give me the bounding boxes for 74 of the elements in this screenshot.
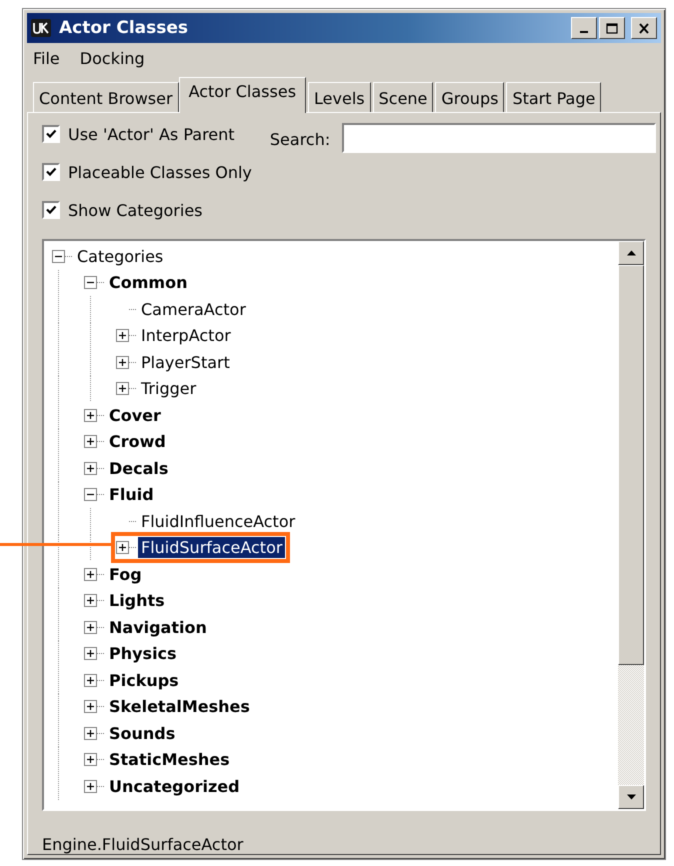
expander-icon[interactable] xyxy=(84,488,97,502)
expander-icon[interactable] xyxy=(84,620,97,634)
checkbox[interactable] xyxy=(42,163,60,181)
maximize-button[interactable] xyxy=(599,17,625,39)
tree-item[interactable]: Cover xyxy=(106,404,164,426)
tree-item[interactable]: SkeletalMeshes xyxy=(106,696,253,718)
tree-item[interactable]: Sounds xyxy=(106,722,178,744)
tree-item[interactable]: Categories xyxy=(74,246,166,267)
expander-icon[interactable] xyxy=(116,541,129,554)
check-icon xyxy=(45,166,57,178)
tree-item[interactable]: StaticMeshes xyxy=(106,749,233,770)
checkbox-label: Show Categories xyxy=(68,200,202,220)
up-arrow-icon xyxy=(626,250,636,256)
scrollbar[interactable] xyxy=(618,241,644,809)
minimize-button[interactable] xyxy=(571,17,597,39)
search-field[interactable] xyxy=(342,123,656,153)
close-button[interactable] xyxy=(631,17,657,39)
check-icon xyxy=(45,204,57,216)
tree-item[interactable]: Navigation xyxy=(106,616,210,638)
tab[interactable]: Scene xyxy=(372,82,434,112)
maximize-icon xyxy=(606,22,618,34)
expander-icon[interactable] xyxy=(84,594,97,608)
tab[interactable]: Start Page xyxy=(506,82,602,112)
tree-item[interactable]: FluidInfluenceActor xyxy=(138,510,298,532)
scroll-up-button[interactable] xyxy=(618,241,644,265)
scroll-down-button[interactable] xyxy=(618,785,644,809)
expander-icon[interactable] xyxy=(116,382,129,396)
checkbox[interactable] xyxy=(42,201,60,219)
tree-item[interactable]: Crowd xyxy=(106,431,169,452)
expander-icon[interactable] xyxy=(116,329,129,342)
tree-item[interactable]: CameraActor xyxy=(138,298,249,320)
checkbox-label: Use 'Actor' As Parent xyxy=(68,124,235,144)
tab[interactable]: Groups xyxy=(435,82,504,112)
tree-item[interactable]: PlayerStart xyxy=(138,352,233,373)
window-title: Actor Classes xyxy=(59,18,190,38)
checkbox[interactable] xyxy=(42,125,60,143)
close-icon xyxy=(638,22,650,34)
expander-icon[interactable] xyxy=(52,250,65,263)
tab[interactable]: Content Browser xyxy=(33,82,179,112)
tree-item[interactable]: Uncategorized xyxy=(106,776,243,797)
tree-item[interactable]: InterpActor xyxy=(138,325,234,346)
logo-icon xyxy=(31,19,51,37)
tree-item[interactable]: Lights xyxy=(106,590,168,612)
tab[interactable]: Levels xyxy=(308,82,371,112)
tree-item[interactable]: Decals xyxy=(106,458,172,479)
expander-icon[interactable] xyxy=(84,408,97,422)
expander-icon[interactable] xyxy=(84,647,97,660)
status-text: Engine.FluidSurfaceActor xyxy=(42,834,244,854)
expander-icon[interactable] xyxy=(84,726,97,740)
expander-icon[interactable] xyxy=(84,674,97,687)
expander-icon[interactable] xyxy=(84,435,97,448)
tree-item[interactable]: FluidSurfaceActor xyxy=(138,537,286,558)
checkbox-label: Placeable Classes Only xyxy=(68,162,252,182)
expander-icon[interactable] xyxy=(84,462,97,475)
scroll-thumb[interactable] xyxy=(618,265,644,665)
minimize-icon xyxy=(580,31,588,33)
search-label: Search: xyxy=(270,130,330,149)
expander-icon[interactable] xyxy=(84,780,97,793)
tab[interactable]: Actor Classes xyxy=(178,77,306,113)
menu-item[interactable]: Docking xyxy=(80,49,145,68)
tree-item[interactable]: Fluid xyxy=(106,484,157,506)
menu-item[interactable]: File xyxy=(33,49,60,68)
expander-icon[interactable] xyxy=(116,356,129,369)
expander-icon[interactable] xyxy=(84,753,97,766)
expander-icon[interactable] xyxy=(84,700,97,714)
check-icon xyxy=(45,128,57,140)
down-arrow-icon xyxy=(626,794,636,800)
tree-item[interactable]: Common xyxy=(106,272,190,294)
tree-item[interactable]: Physics xyxy=(106,643,180,664)
tree-item[interactable]: Fog xyxy=(106,564,145,585)
tree-item[interactable]: Trigger xyxy=(138,378,200,400)
tree-item[interactable]: Pickups xyxy=(106,670,182,691)
expander-icon[interactable] xyxy=(84,276,97,290)
expander-icon[interactable] xyxy=(84,568,97,581)
